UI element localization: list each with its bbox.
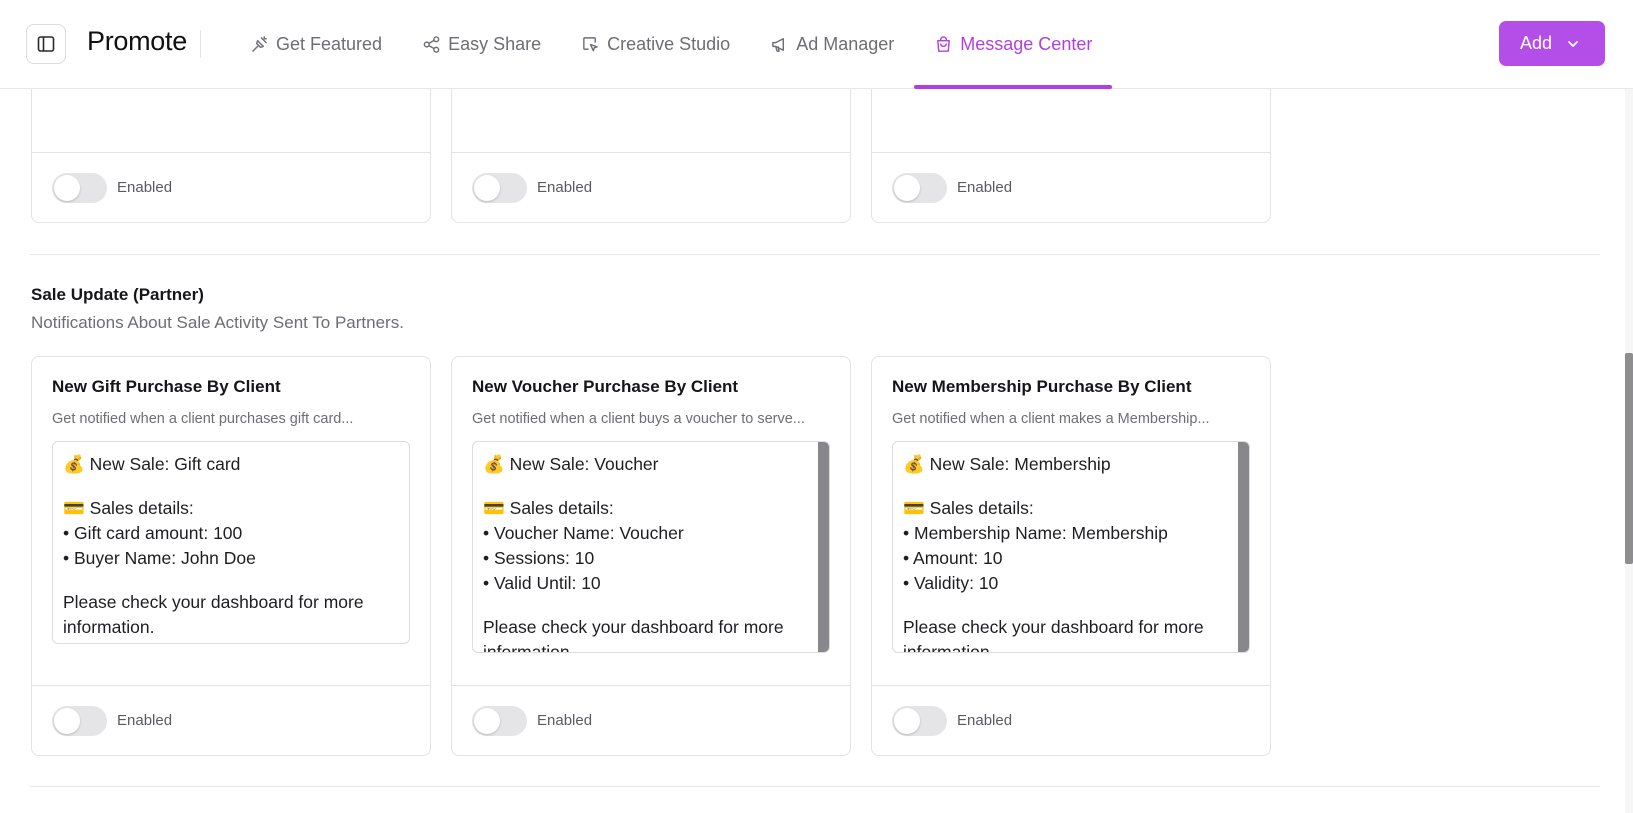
toggle-label: Enabled (537, 712, 593, 729)
card-description: Get notified when a client buys a vouche… (472, 411, 805, 427)
tab-get-featured[interactable]: Get Featured (230, 0, 402, 89)
toggle-label: Enabled (537, 179, 593, 196)
tab-label: Creative Studio (607, 34, 731, 54)
card-footer: Enabled (452, 685, 850, 755)
megaphone-icon (772, 38, 785, 52)
message-item: • Voucher Name: Voucher (483, 523, 684, 543)
message-preview-box[interactable]: 💰 New Sale: Voucher 💳 Sales details: • V… (472, 441, 830, 653)
brand-divider (200, 30, 201, 58)
sparkle-pin-icon (252, 36, 267, 52)
message-details-heading: 💳 Sales details: (903, 498, 1034, 518)
message-scrollbar-thumb[interactable] (1238, 442, 1249, 652)
message-item: • Amount: 10 (903, 548, 1003, 568)
add-button-label: Add (1520, 33, 1553, 53)
message-item: • Buyer Name: John Doe (63, 548, 256, 568)
chevron-down-icon (1568, 40, 1578, 47)
sidebar-toggle-button[interactable] (26, 24, 66, 64)
enabled-toggle[interactable] (52, 705, 107, 736)
section-divider (30, 786, 1600, 787)
tab-ad-manager[interactable]: Ad Manager (750, 0, 914, 89)
message-item: • Membership Name: Membership (903, 523, 1168, 543)
section-subtitle: Notifications About Sale Activity Sent T… (31, 313, 404, 332)
top-nav: Get Featured Easy Share Creative Studio … (230, 0, 1113, 89)
message-preview-box[interactable]: 💰 New Sale: Gift card 💳 Sales details: •… (52, 441, 410, 644)
page-scrollbar-thumb[interactable] (1625, 353, 1633, 564)
message-item: • Sessions: 10 (483, 548, 595, 568)
tab-creative-studio[interactable]: Creative Studio (561, 0, 750, 89)
enabled-toggle[interactable] (52, 172, 107, 203)
message-footer: Please check your dashboard for more inf… (903, 617, 1204, 653)
section-title: Sale Update (Partner) (31, 285, 204, 304)
creative-cursor-icon (583, 37, 598, 52)
message-details-heading: 💳 Sales details: (63, 498, 194, 518)
top-header: Promote Get Featured Easy Share Creative… (0, 0, 1633, 89)
card-footer: Enabled (32, 685, 430, 755)
card-footer: Enabled (872, 152, 1270, 222)
enabled-toggle[interactable] (892, 172, 947, 203)
enabled-toggle[interactable] (892, 705, 947, 736)
notification-card: Enabled (31, 89, 431, 223)
toggle-label: Enabled (957, 179, 1013, 196)
card-description: Get notified when a client purchases gif… (52, 411, 354, 427)
notification-card: Enabled (871, 89, 1271, 223)
main-content: Enabled Enabled Enabled Sale Update (Par… (0, 89, 1633, 813)
enabled-toggle[interactable] (472, 172, 527, 203)
notification-card: Enabled (451, 89, 851, 223)
tab-label: Get Featured (276, 34, 383, 54)
section-divider (30, 254, 1600, 255)
message-item: • Valid Until: 10 (483, 573, 601, 593)
add-button[interactable]: Add (1499, 21, 1605, 66)
message-scrollbar-thumb[interactable] (818, 442, 829, 652)
tab-message-center[interactable]: Message Center (914, 0, 1113, 89)
shopping-bag-icon (937, 36, 951, 52)
card-footer: Enabled (32, 152, 430, 222)
enabled-toggle[interactable] (472, 705, 527, 736)
card-footer: Enabled (872, 685, 1270, 755)
message-headline: 💰 New Sale: Gift card (63, 454, 241, 474)
tab-label: Ad Manager (796, 34, 895, 54)
sidebar-panel-icon (37, 36, 55, 52)
card-footer: Enabled (452, 152, 850, 222)
tab-label: Message Center (960, 34, 1093, 54)
tab-easy-share[interactable]: Easy Share (402, 0, 561, 89)
notification-card-membership: New Membership Purchase By Client Get no… (871, 356, 1271, 756)
message-footer: Please check your dashboard for more inf… (483, 617, 784, 653)
card-title: New Gift Purchase By Client (52, 377, 281, 396)
page-title: Promote (87, 26, 187, 56)
notification-card-voucher: New Voucher Purchase By Client Get notif… (451, 356, 851, 756)
tab-label: Easy Share (448, 34, 542, 54)
share-icon (423, 36, 440, 53)
message-headline: 💰 New Sale: Voucher (483, 454, 659, 474)
card-title: New Membership Purchase By Client (892, 377, 1192, 396)
notification-card-gift: New Gift Purchase By Client Get notified… (31, 356, 431, 756)
card-description: Get notified when a client makes a Membe… (892, 411, 1210, 427)
message-footer: Please check your dashboard for more inf… (63, 592, 364, 637)
message-headline: 💰 New Sale: Membership (903, 454, 1111, 474)
card-title: New Voucher Purchase By Client (472, 377, 739, 396)
message-item: • Validity: 10 (903, 573, 999, 593)
toggle-label: Enabled (117, 179, 173, 196)
message-details-heading: 💳 Sales details: (483, 498, 614, 518)
toggle-label: Enabled (117, 712, 173, 729)
message-preview-box[interactable]: 💰 New Sale: Membership 💳 Sales details: … (892, 441, 1250, 653)
message-item: • Gift card amount: 100 (63, 523, 243, 543)
toggle-label: Enabled (957, 712, 1013, 729)
